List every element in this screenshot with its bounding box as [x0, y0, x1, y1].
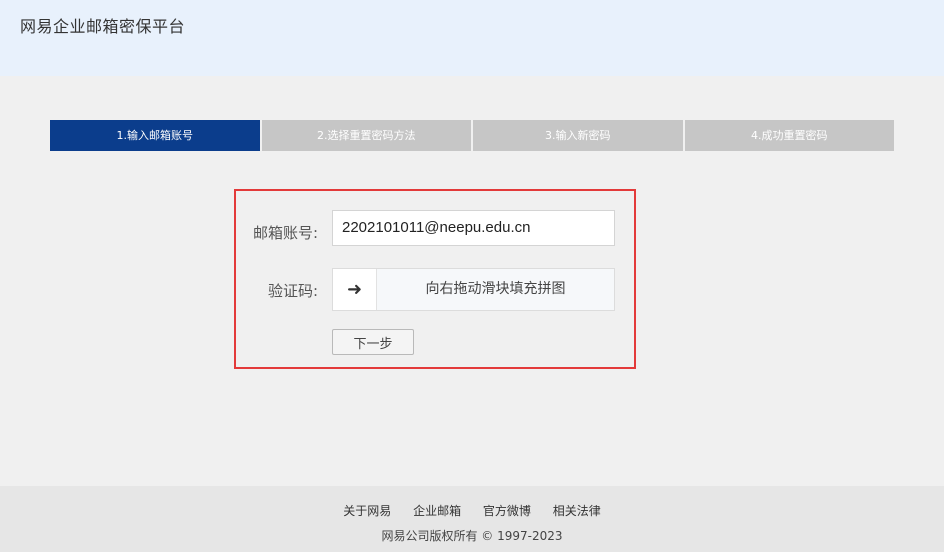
slider-handle[interactable]: ➜ — [333, 269, 377, 310]
footer-links: 关于网易 企业邮箱 官方微博 相关法律 — [0, 502, 944, 519]
step-2-choose-method: 2.选择重置密码方法 — [261, 120, 471, 151]
footer-link-weibo[interactable]: 官方微博 — [483, 504, 531, 518]
copyright: 网易公司版权所有 © 1997-2023 — [381, 529, 563, 543]
captcha-label: 验证码: — [267, 282, 318, 300]
next-step-button[interactable]: 下一步 — [332, 329, 414, 355]
arrow-right-icon: ➜ — [346, 279, 363, 300]
step-1-enter-email: 1.输入邮箱账号 — [50, 120, 260, 151]
header: 网易企业邮箱密保平台 — [0, 0, 944, 76]
email-label: 邮箱账号: — [252, 224, 318, 242]
step-4-success: 4.成功重置密码 — [684, 120, 894, 151]
footer-link-enterprise-mail[interactable]: 企业邮箱 — [413, 504, 461, 518]
email-form-highlight-box: 邮箱账号: 2202101011@neepu.edu.cn 验证码: ➜ 向右拖… — [234, 189, 636, 369]
footer-link-about[interactable]: 关于网易 — [343, 504, 391, 518]
email-field[interactable]: 2202101011@neepu.edu.cn — [332, 210, 615, 246]
step-3-new-password: 3.输入新密码 — [473, 120, 683, 151]
footer: 关于网易 企业邮箱 官方微博 相关法律 网易公司版权所有 © 1997-2023 — [0, 486, 944, 552]
step-progress-bar: 1.输入邮箱账号 2.选择重置密码方法 3.输入新密码 4.成功重置密码 — [50, 120, 894, 151]
captcha-slider[interactable]: ➜ 向右拖动滑块填充拼图 — [332, 268, 615, 311]
footer-link-legal[interactable]: 相关法律 — [553, 504, 601, 518]
app-title: 网易企业邮箱密保平台 — [20, 17, 186, 36]
slider-hint-text: 向右拖动滑块填充拼图 — [425, 281, 566, 297]
